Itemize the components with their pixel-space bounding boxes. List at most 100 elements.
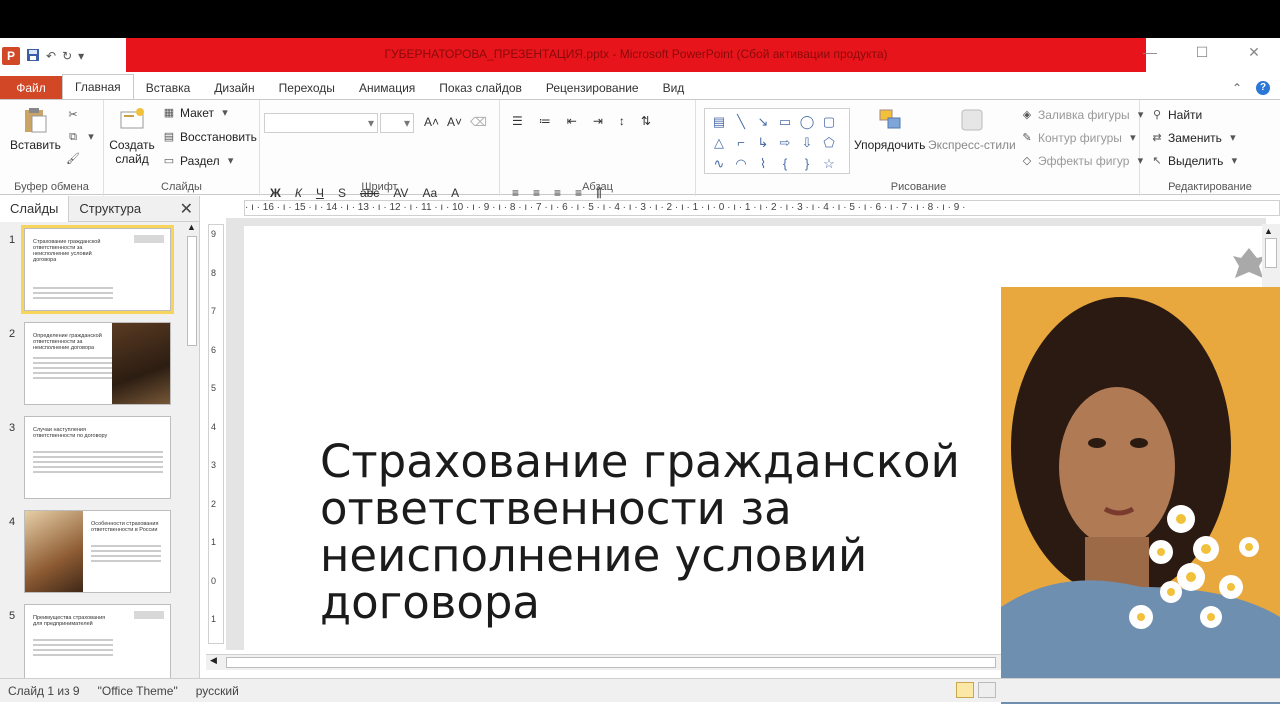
tab-insert[interactable]: Вставка [134,76,203,100]
close-icon[interactable]: ✕ [1228,44,1280,61]
triangle-shape-icon[interactable]: △ [709,132,729,153]
help-icon[interactable]: ? [1256,81,1270,95]
new-slide-button[interactable]: Создать слайд [109,106,155,166]
right-brace-shape-icon[interactable]: } [797,153,817,174]
scroll-up-icon[interactable]: ▲ [1264,226,1273,236]
line-shape-icon[interactable]: ╲ [731,111,751,132]
pentagon-shape-icon[interactable]: ⬠ [819,132,839,153]
font-size-dropdown-icon[interactable]: ▾ [404,116,410,130]
editor-horizontal-scrollbar[interactable]: ◀ [206,654,1002,670]
maximize-icon[interactable]: ☐ [1176,44,1228,61]
scroll-left-icon[interactable]: ◀ [210,655,217,666]
slides-panel-scrollbar[interactable]: ▲ ▼ [185,222,199,686]
cut-icon[interactable]: ✂ [66,108,80,122]
align-center-icon[interactable]: ≡ [533,186,540,201]
tab-animation[interactable]: Анимация [347,76,427,100]
slide-thumbnail-4[interactable]: 4 Особенности страхования ответственност… [0,508,184,596]
select-button[interactable]: ↖ Выделить ▾ [1150,154,1241,168]
left-brace-shape-icon[interactable]: { [775,153,795,174]
customize-qat-icon[interactable]: ▾ [78,49,84,63]
minimize-icon[interactable]: — [1124,44,1176,61]
redo-icon[interactable]: ↻ [62,49,72,63]
slide-thumbnail-2[interactable]: 2 Определение гражданской ответственност… [0,320,184,408]
scrollbar-thumb[interactable] [226,657,996,668]
star-shape-icon[interactable]: ☆ [819,153,839,174]
tab-view[interactable]: Вид [651,76,697,100]
arrow-line-shape-icon[interactable]: ↘ [753,111,773,132]
slide-sorter-view-icon[interactable] [978,682,996,698]
increase-indent-icon[interactable]: ⇥ [593,114,603,128]
copy-icon[interactable]: ⧉ ▾ [66,130,98,144]
tab-transitions[interactable]: Переходы [267,76,347,100]
rounded-rect-shape-icon[interactable]: ▢ [819,111,839,132]
align-right-icon[interactable]: ≡ [554,186,561,201]
italic-button[interactable]: К [295,186,302,200]
tab-file[interactable]: Файл [0,76,62,100]
scrollbar-thumb[interactable] [187,236,197,346]
shape-effects-button[interactable]: ◇ Эффекты фигур ▾ [1020,154,1147,168]
align-left-icon[interactable]: ≡ [512,186,519,201]
undo-icon[interactable]: ↶ [46,49,56,63]
elbow-arrow-icon[interactable]: ↳ [753,132,773,153]
slide-thumbnail-3[interactable]: 3 Случаи наступления ответственности по … [0,414,184,502]
oval-shape-icon[interactable]: ◯ [797,111,817,132]
minimize-ribbon-icon[interactable]: ⌃ [1232,81,1242,95]
find-button[interactable]: ⚲ Найти [1150,108,1202,122]
font-size-input[interactable]: ▾ [380,113,414,133]
shrink-font-icon[interactable]: A˅ [447,115,462,129]
columns-icon[interactable]: ⫼ [596,186,602,201]
line-spacing-icon[interactable]: ↕ [619,114,625,128]
layout-button[interactable]: ▦ Макет ▾ [162,106,232,120]
save-icon[interactable] [26,48,40,65]
language[interactable]: русский [196,684,239,698]
strikethrough-button[interactable]: abc [360,186,379,200]
quick-styles-button[interactable]: Экспресс-стили [928,106,1016,152]
tab-design[interactable]: Дизайн [202,76,266,100]
font-name-input[interactable]: ▾ [264,113,378,133]
close-panel-icon[interactable]: ✕ [180,199,193,219]
char-spacing-button[interactable]: AV [393,186,408,200]
right-arrow-shape-icon[interactable]: ⇨ [775,132,795,153]
slide-thumbnail-5[interactable]: 5 Преимущества страхования для предприни… [0,602,184,690]
arc-shape-icon[interactable]: ◠ [731,153,751,174]
grow-font-icon[interactable]: A˄ [424,115,439,129]
curve-shape-icon[interactable]: ∿ [709,153,729,174]
bullets-icon[interactable]: ☰ [512,114,523,128]
normal-view-icon[interactable] [956,682,974,698]
slide-thumbnail-1[interactable]: 1 Страхование гражданской ответственност… [0,225,184,314]
justify-icon[interactable]: ≡ [575,186,582,201]
scroll-up-icon[interactable]: ▲ [187,222,196,232]
replace-button[interactable]: ⇄ Заменить ▾ [1150,131,1240,145]
tab-slides[interactable]: Слайды [0,195,70,222]
tab-home[interactable]: Главная [62,74,134,100]
tab-review[interactable]: Рецензирование [534,76,651,100]
shapes-gallery[interactable]: ▤ ╲ ↘ ▭ ◯ ▢ △ ⌐ ↳ ⇨ ⇩ ⬠ ∿ ◠ ⌇ { } ☆ [704,108,850,174]
clear-format-icon[interactable]: ⌫ [470,115,487,129]
elbow-connector-icon[interactable]: ⌐ [731,132,751,153]
powerpoint-logo-icon[interactable]: P [2,47,20,65]
font-name-dropdown-icon[interactable]: ▾ [368,116,374,130]
decrease-indent-icon[interactable]: ⇤ [567,114,577,128]
tab-slideshow[interactable]: Показ слайдов [427,76,534,100]
theme-name[interactable]: "Office Theme" [98,684,178,698]
format-painter-icon[interactable]: 🖌 [66,152,80,166]
scrollbar-thumb[interactable] [1265,238,1277,268]
text-direction-icon[interactable]: ⇅ [641,114,651,128]
bold-button[interactable]: Ж [270,186,281,200]
section-button[interactable]: ▭ Раздел ▾ [162,154,238,168]
underline-button[interactable]: Ч [316,186,324,200]
numbering-icon[interactable]: ≔ [539,114,551,128]
shape-fill-button[interactable]: ◈ Заливка фигуры ▾ [1020,108,1148,122]
rectangle-shape-icon[interactable]: ▭ [775,111,795,132]
slide-title[interactable]: Страхование гражданской ответственности … [320,438,980,626]
reset-button[interactable]: ▤ Восстановить [162,130,257,144]
change-case-button[interactable]: Aa [422,186,437,200]
shadow-button[interactable]: S [338,186,346,200]
textbox-shape-icon[interactable]: ▤ [709,111,729,132]
down-arrow-shape-icon[interactable]: ⇩ [797,132,817,153]
arrange-button[interactable]: Упорядочить [854,106,925,152]
shape-outline-button[interactable]: ✎ Контур фигуры ▾ [1020,131,1140,145]
font-color-button[interactable]: A [451,186,459,200]
tab-outline[interactable]: Структура [69,196,151,222]
freeform-shape-icon[interactable]: ⌇ [753,153,773,174]
